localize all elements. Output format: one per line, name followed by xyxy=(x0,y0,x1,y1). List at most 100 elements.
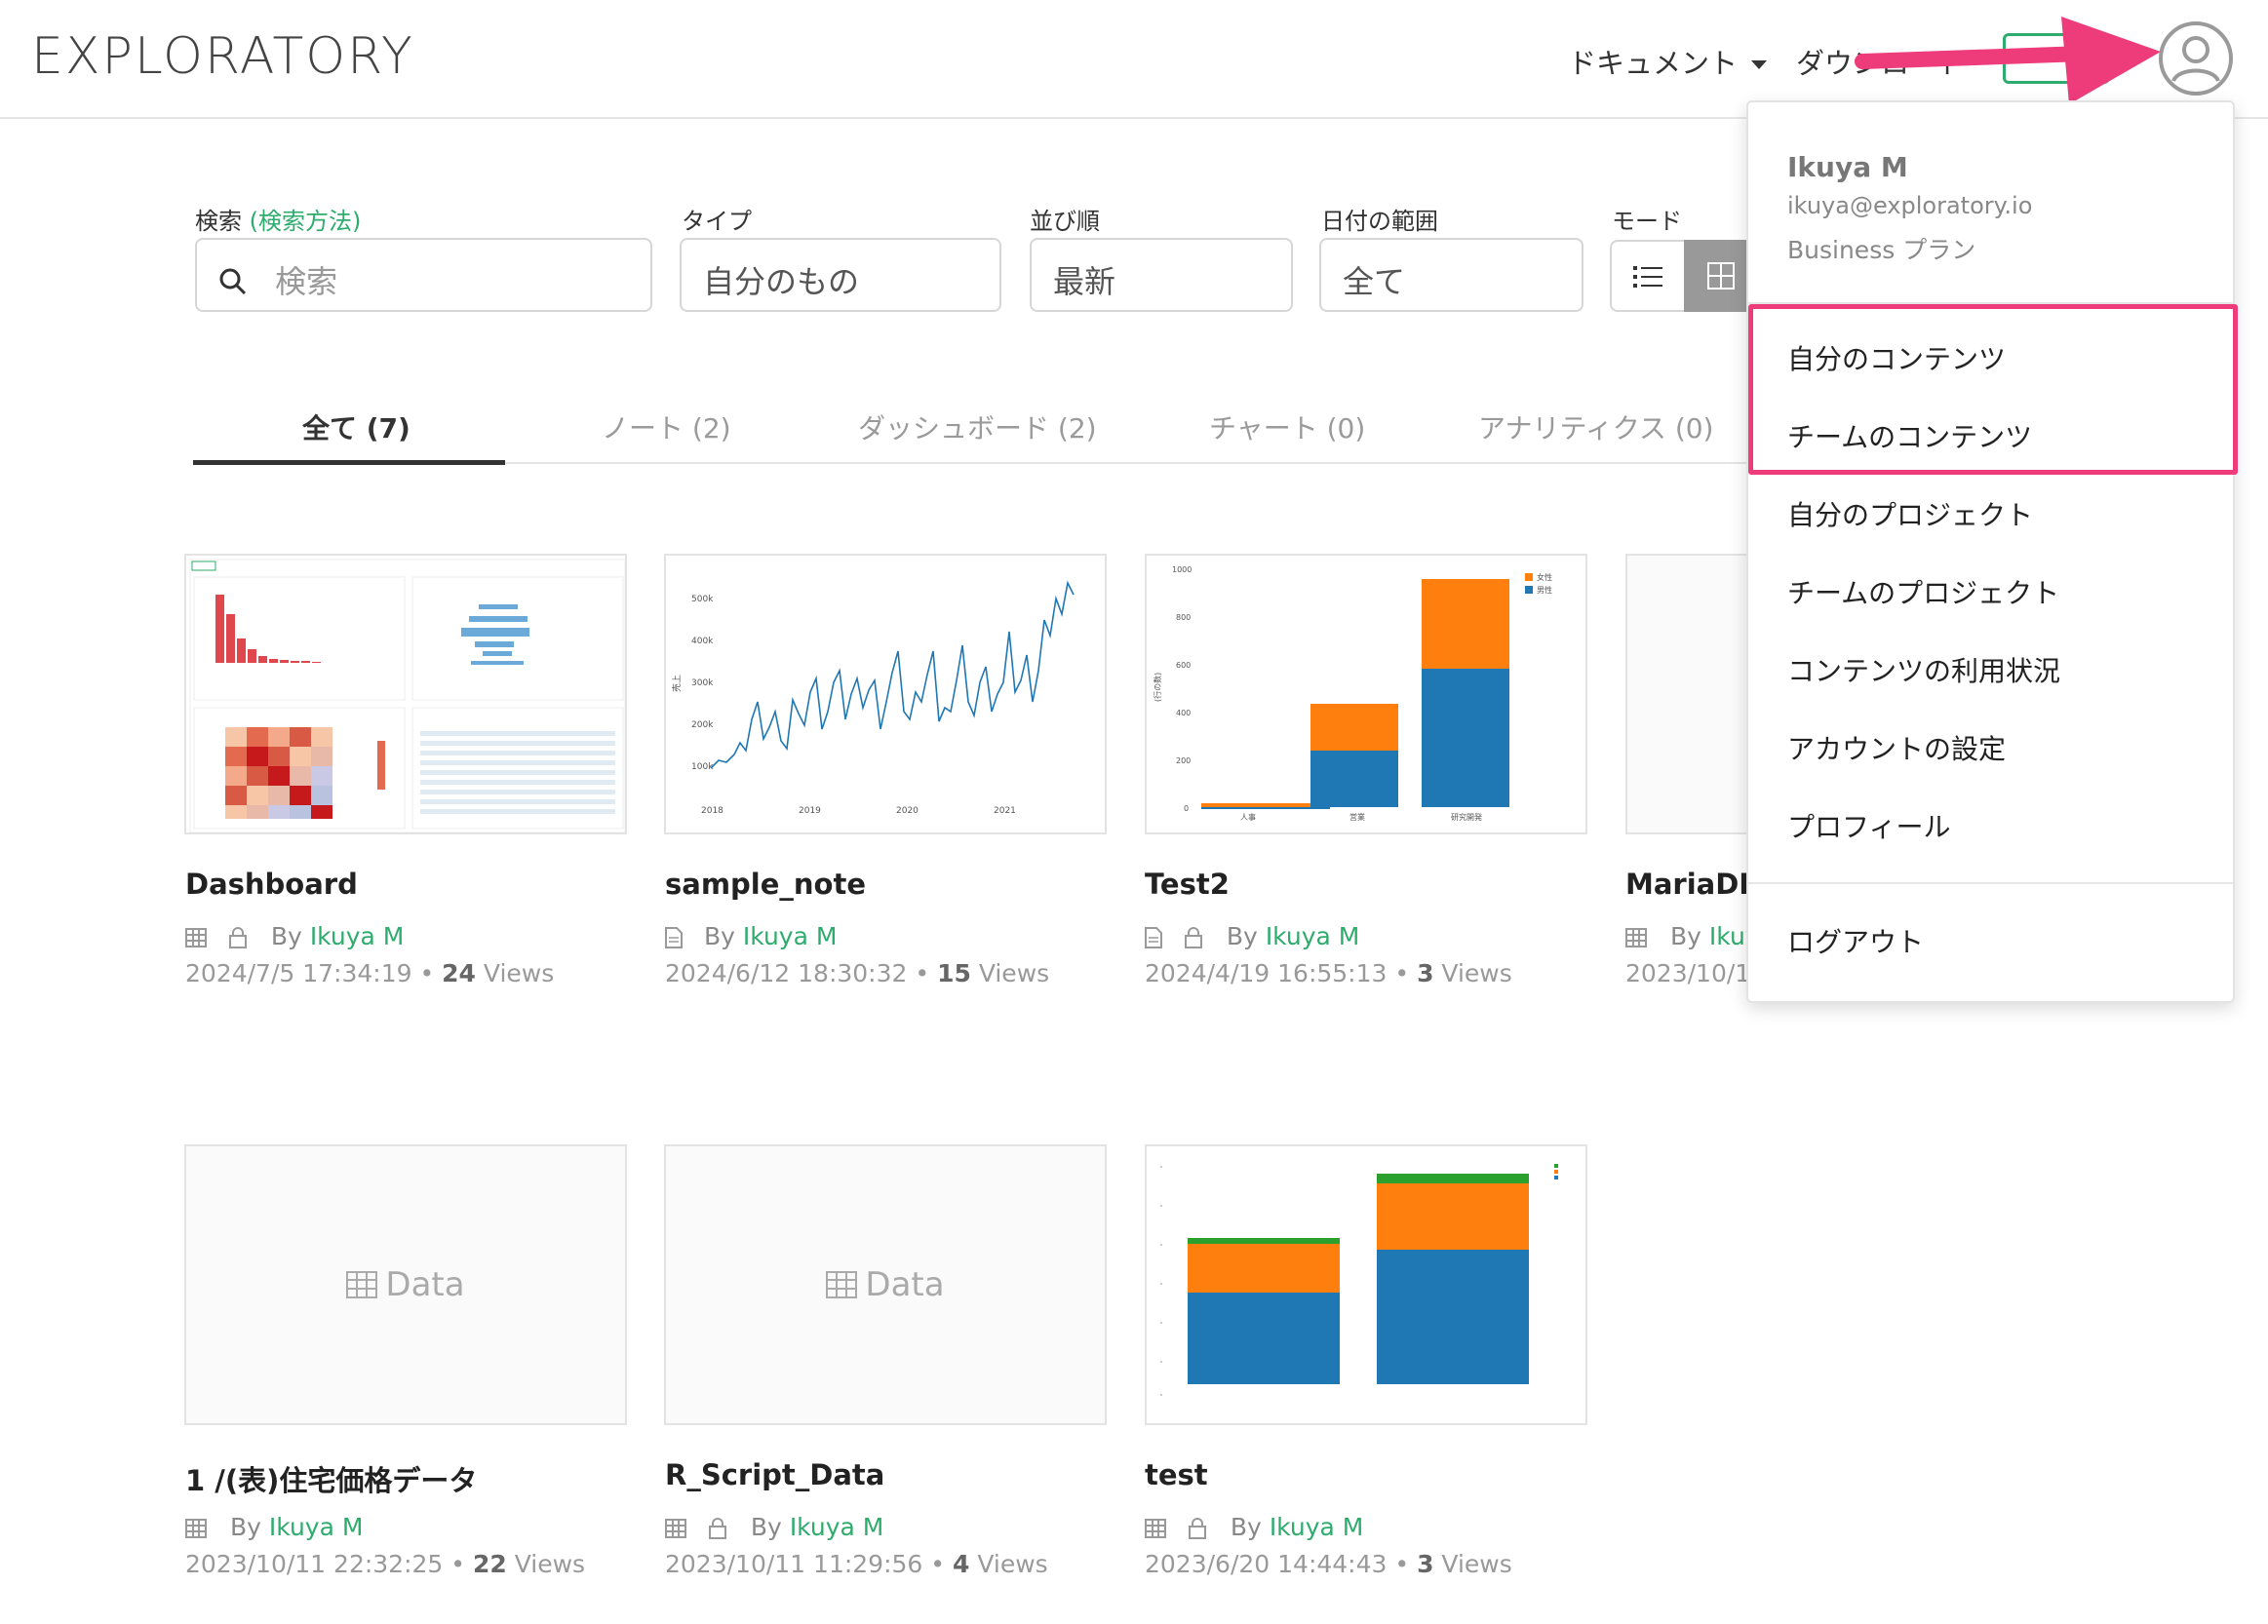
search-label: 検索 (検索方法) xyxy=(195,202,361,236)
card-date-views: 2024/6/12 18:30:32 • 15 Views xyxy=(665,959,1050,987)
active-tab-indicator xyxy=(193,460,505,465)
type-select[interactable]: 自分のもの xyxy=(680,238,1001,312)
legend-swatch xyxy=(1554,1164,1558,1168)
bar-segment xyxy=(1422,579,1509,669)
card-date: 2023/10/11 11:29:56 xyxy=(665,1550,923,1578)
card-date-views: 2024/4/19 16:55:13 • 3 Views xyxy=(1145,959,1512,987)
card-thumbnail-dashboard[interactable] xyxy=(184,554,627,834)
card-by: By xyxy=(270,922,302,950)
card-title[interactable]: test xyxy=(1145,1458,1208,1491)
user-plan: Business プラン xyxy=(1787,236,1976,264)
legend-swatch xyxy=(1554,1170,1558,1174)
card-views-count: 3 xyxy=(1417,1550,1434,1578)
search-help-link[interactable]: (検索方法) xyxy=(250,208,362,235)
y-axis-label: (行の数) xyxy=(1153,673,1162,702)
card-date-views: 2023/6/20 14:44:43 • 3 Views xyxy=(1145,1550,1512,1578)
y-tick: 300k xyxy=(691,678,714,688)
card-by: By xyxy=(750,1513,782,1541)
list-view-button[interactable] xyxy=(1610,240,1684,312)
card-thumbnail-r-script-data[interactable]: Data xyxy=(664,1144,1107,1425)
search-label-text: 検索 xyxy=(195,208,242,235)
note-icon xyxy=(665,927,683,948)
user-avatar-icon[interactable] xyxy=(2157,19,2235,97)
x-tick: 2021 xyxy=(994,806,1016,816)
menu-item-content-usage[interactable]: コンテンツの利用状況 xyxy=(1787,650,2060,689)
documents-menu[interactable]: ドキュメント xyxy=(1568,41,1768,82)
table-icon xyxy=(185,1519,207,1538)
lock-icon xyxy=(1184,927,1202,948)
legend-label: 女性 xyxy=(1537,572,1552,582)
card-by: By xyxy=(229,1513,261,1541)
card-title[interactable]: sample_note xyxy=(665,868,866,901)
table-icon xyxy=(826,1271,858,1298)
user-email: ikuya@exploratory.io xyxy=(1787,192,2033,219)
tab-analytics[interactable]: アナリティクス (0) xyxy=(1478,407,1713,446)
y-tick: 1000 xyxy=(1172,565,1192,574)
card-date: 2023/10/11 22:32:25 xyxy=(185,1550,444,1578)
card-owner[interactable]: Ikuya M xyxy=(743,922,838,950)
card-date: 2024/7/5 17:34:19 xyxy=(185,959,412,987)
table-icon xyxy=(1145,1519,1166,1538)
card-thumbnail-housing-data[interactable]: Data xyxy=(184,1144,627,1425)
menu-item-team-projects[interactable]: チームのプロジェクト xyxy=(1787,572,2059,611)
table-icon xyxy=(185,928,207,947)
card-owner[interactable]: Ikuya M xyxy=(1266,922,1360,950)
card-views-count: 15 xyxy=(937,959,971,987)
card-owner[interactable]: Ikuya M xyxy=(310,922,405,950)
data-placeholder: Data xyxy=(666,1146,1105,1423)
card-owner[interactable]: Ikuya M xyxy=(790,1513,884,1541)
sort-label: 並び順 xyxy=(1030,208,1100,235)
data-placeholder: Data xyxy=(186,1146,625,1423)
stacked-bar-thumbnail xyxy=(1160,1164,1558,1396)
mode-label: モード xyxy=(1612,208,1682,235)
card-views-label: Views xyxy=(977,1550,1048,1578)
y-tick: 0 xyxy=(1184,804,1189,813)
tab-notes[interactable]: ノート (2) xyxy=(602,407,731,446)
tab-all[interactable]: 全て (7) xyxy=(302,407,411,446)
annotation-arrow xyxy=(1855,17,2161,104)
documents-menu-label: ドキュメント xyxy=(1568,47,1739,80)
bar-segment xyxy=(1188,1244,1340,1293)
search-icon xyxy=(219,268,247,295)
search-input[interactable]: 検索 xyxy=(195,238,652,312)
card-views-count: 4 xyxy=(952,1550,970,1578)
line-chart-thumbnail: 500k 400k 300k 200k 100k 2018 2019 2020 … xyxy=(671,580,1075,816)
card-date-views: 2023/10/11 22:32:25 • 22 Views xyxy=(185,1550,586,1578)
card-meta: By Ikuya M xyxy=(665,1513,883,1541)
menu-item-my-projects[interactable]: 自分のプロジェクト xyxy=(1787,494,2033,533)
menu-item-profile[interactable]: プロフィール xyxy=(1787,806,1950,845)
tab-dashboards[interactable]: ダッシュボード (2) xyxy=(858,407,1097,446)
date-range-select[interactable]: 全て xyxy=(1319,238,1584,312)
menu-item-logout[interactable]: ログアウト xyxy=(1787,921,1924,960)
data-placeholder-label: Data xyxy=(385,1265,465,1304)
app-logo[interactable]: EXPLORATORY xyxy=(31,27,414,86)
card-meta: By Ikuya M xyxy=(665,922,837,950)
card-by: By xyxy=(1230,1513,1262,1541)
lock-icon xyxy=(228,927,247,948)
sort-select[interactable]: 最新 xyxy=(1030,238,1293,312)
date-range-label: 日付の範囲 xyxy=(1321,208,1438,235)
card-views-label: Views xyxy=(978,959,1050,987)
dashboard-thumbnail xyxy=(189,559,625,832)
card-date: 2023/10/11 xyxy=(1625,959,1767,987)
card-owner[interactable]: Ikuya M xyxy=(269,1513,364,1541)
x-tick: 2018 xyxy=(701,806,723,816)
card-title[interactable]: 1 /(表)住宅価格データ xyxy=(185,1458,477,1499)
y-tick: 800 xyxy=(1176,613,1191,622)
card-meta: By Ikuya M xyxy=(1145,922,1359,950)
tab-charts[interactable]: チャート (0) xyxy=(1209,407,1365,446)
grid-view-icon xyxy=(1707,262,1735,290)
card-thumbnail-test2[interactable]: 1000 800 600 400 200 0 人事 営業 研究開発 (行の数) … xyxy=(1145,554,1587,834)
card-date: 2024/4/19 16:55:13 xyxy=(1145,959,1388,987)
card-thumbnail-sample-note[interactable]: 500k 400k 300k 200k 100k 2018 2019 2020 … xyxy=(664,554,1107,834)
card-views-count: 3 xyxy=(1417,959,1434,987)
menu-item-account-settings[interactable]: アカウントの設定 xyxy=(1787,728,2006,767)
card-title[interactable]: Dashboard xyxy=(185,868,358,901)
card-thumbnail-test[interactable] xyxy=(1145,1144,1587,1425)
card-views-label: Views xyxy=(514,1550,586,1578)
card-title[interactable]: Test2 xyxy=(1145,868,1230,901)
menu-divider xyxy=(1748,882,2233,884)
card-owner[interactable]: Ikuya M xyxy=(1270,1513,1364,1541)
card-title[interactable]: R_Script_Data xyxy=(665,1458,884,1491)
user-name: Ikuya M xyxy=(1787,151,1908,183)
